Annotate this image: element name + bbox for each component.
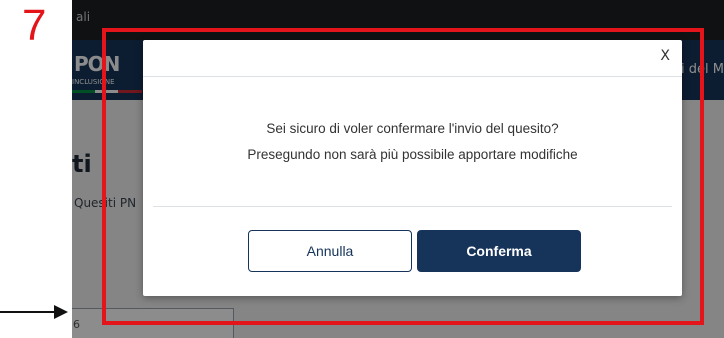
- step-number-annotation: 7: [22, 1, 47, 50]
- arrow-right-icon: [0, 305, 68, 319]
- highlight-frame: [102, 28, 704, 325]
- screenshot-stage: ali PON INCLUSIONE li del M ti Quesiti P…: [0, 0, 724, 338]
